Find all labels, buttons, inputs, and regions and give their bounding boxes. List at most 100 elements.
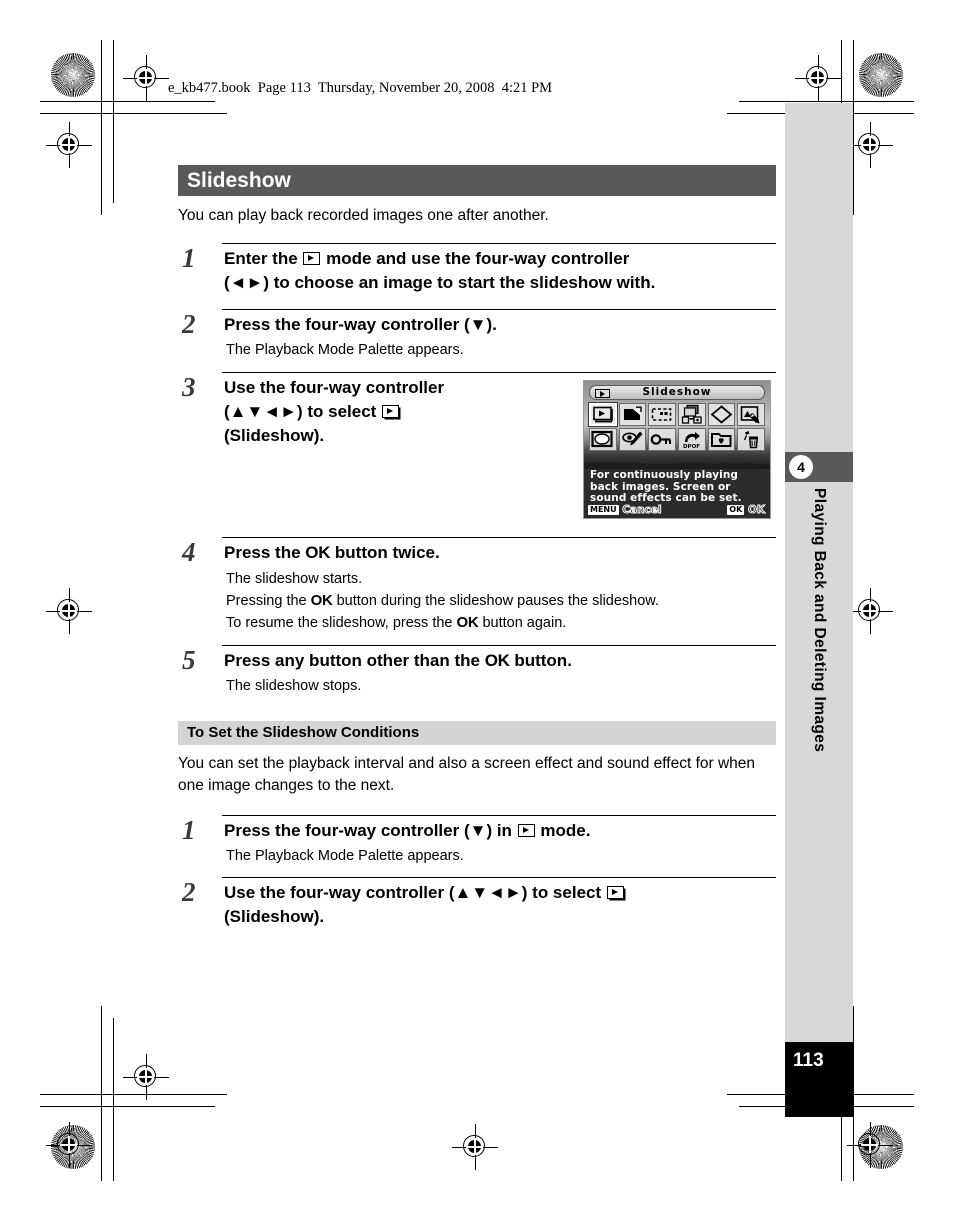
substep1-text-b: mode. bbox=[535, 821, 591, 840]
step-title: Press any button other than the OK butto… bbox=[224, 649, 572, 673]
step-divider bbox=[222, 537, 776, 538]
ok-button-glyph: OK bbox=[484, 651, 510, 670]
ok-button-glyph: OK bbox=[310, 592, 333, 609]
registration-target bbox=[123, 1054, 169, 1100]
page-number: 113 bbox=[793, 1050, 824, 1071]
step-title: Use the four-way controller (▲▼◄►) to se… bbox=[224, 376, 554, 448]
ok-button-glyph: OK bbox=[456, 614, 479, 631]
crop-mark-line bbox=[113, 1018, 114, 1181]
ok-button-tag: OK bbox=[727, 505, 745, 515]
registration-target bbox=[46, 588, 92, 634]
resize-icon[interactable] bbox=[648, 403, 676, 426]
image-copy-icon[interactable] bbox=[678, 403, 706, 426]
protect-key-icon[interactable] bbox=[648, 428, 677, 451]
crop-mark-line bbox=[101, 40, 102, 215]
step-title: Press the OK button twice. bbox=[224, 541, 440, 565]
step4-body-line2-b: button during the slideshow pauses the s… bbox=[332, 593, 660, 609]
playback-mode-icon bbox=[303, 252, 321, 265]
registration-target bbox=[847, 1122, 893, 1168]
step-number: 5 bbox=[182, 645, 196, 675]
step4-body-line3-a: To resume the slideshow, press the bbox=[226, 615, 457, 631]
step-body: The slideshow starts. Pressing the OK bu… bbox=[226, 569, 786, 634]
lcd-help-line-1: For continuously playing bbox=[590, 469, 739, 481]
crop-mark-line bbox=[739, 101, 914, 102]
step-title: Press the four-way controller (▼) in mod… bbox=[224, 819, 590, 843]
step-number: 2 bbox=[182, 309, 196, 339]
playback-mode-palette: DPOF bbox=[588, 402, 766, 453]
step-body: The Playback Mode Palette appears. bbox=[226, 848, 464, 864]
step-body: The slideshow stops. bbox=[226, 678, 362, 694]
palette-row-2: DPOF bbox=[589, 428, 766, 451]
step-divider bbox=[222, 243, 776, 244]
step-number: 2 bbox=[182, 877, 196, 907]
step-number: 1 bbox=[182, 243, 196, 273]
registration-target bbox=[847, 122, 893, 168]
step5-text-b: button. bbox=[509, 651, 572, 670]
step-title: Enter the mode and use the four-way cont… bbox=[224, 247, 780, 295]
registration-target bbox=[795, 55, 841, 101]
chapter-number-badge: 4 bbox=[789, 455, 813, 479]
step-divider bbox=[222, 372, 776, 373]
step-divider bbox=[222, 877, 776, 878]
image-rotation-icon[interactable] bbox=[618, 403, 647, 426]
lcd-title-label: Slideshow bbox=[642, 386, 712, 398]
digital-filter-icon[interactable] bbox=[707, 403, 736, 426]
step-title: Press the four-way controller (▼). bbox=[224, 315, 497, 334]
menu-button-tag: MENU bbox=[588, 505, 619, 515]
slideshow-icon bbox=[382, 405, 400, 418]
crop-mark-line bbox=[101, 1006, 102, 1181]
step-body: The Playback Mode Palette appears. bbox=[226, 342, 464, 358]
substep2-text-a: Use the four-way controller (▲▼◄►) to se… bbox=[224, 883, 606, 902]
lcd-footer-bar: MENU Cancel OK OK bbox=[584, 502, 770, 518]
section-title: Slideshow bbox=[178, 165, 776, 196]
substep1-text-a: Press the four-way controller (▼) in bbox=[224, 821, 517, 840]
registration-target bbox=[46, 122, 92, 168]
step4-text-b: button twice. bbox=[330, 543, 440, 562]
lcd-screenshot-figure: Slideshow DPOF For continuously playing … bbox=[583, 380, 771, 519]
registration-target bbox=[123, 55, 169, 101]
crop-mark-line bbox=[40, 113, 227, 114]
step1-text-b: mode and use the four-way controller bbox=[321, 249, 630, 268]
lcd-menu-cancel[interactable]: MENU Cancel bbox=[588, 504, 662, 517]
running-head: e_kb477.book Page 113 Thursday, November… bbox=[168, 80, 553, 96]
step4-body-line2: Pressing the OK button during the slides… bbox=[226, 590, 786, 612]
step-number: 3 bbox=[182, 372, 196, 402]
red-eye-oval-icon[interactable] bbox=[589, 428, 617, 451]
registration-target bbox=[847, 588, 893, 634]
step3-text-line3: (Slideshow). bbox=[224, 426, 325, 445]
red-eye-edit-icon[interactable] bbox=[618, 428, 647, 451]
palette-row-1 bbox=[588, 402, 765, 427]
ok-button-glyph: OK bbox=[305, 543, 331, 562]
step4-body-line3-b: button again. bbox=[478, 615, 567, 631]
registration-starburst bbox=[51, 53, 95, 97]
chapter-title-label: Playing Back and Deleting Images bbox=[811, 488, 828, 753]
slideshow-icon bbox=[606, 886, 624, 899]
step4-text-a: Press the bbox=[224, 543, 306, 562]
registration-target-center-bottom bbox=[452, 1124, 498, 1170]
lcd-ok-confirm[interactable]: OK OK bbox=[727, 504, 766, 517]
delete-trash-icon[interactable] bbox=[737, 428, 766, 451]
playback-mode-icon bbox=[517, 824, 535, 837]
step-number: 4 bbox=[182, 537, 196, 567]
step-title: Use the four-way controller (▲▼◄►) to se… bbox=[224, 881, 784, 929]
crop-mark-line bbox=[113, 40, 114, 203]
slideshow-icon[interactable] bbox=[588, 402, 618, 427]
dpof-icon[interactable]: DPOF bbox=[678, 428, 706, 451]
subsection-heading: To Set the Slideshow Conditions bbox=[178, 721, 776, 745]
frame-composite-icon[interactable] bbox=[737, 403, 765, 426]
svg-text:DPOF: DPOF bbox=[683, 444, 700, 450]
step4-body-line1: The slideshow starts. bbox=[226, 571, 363, 587]
ok-label: OK bbox=[747, 504, 765, 517]
step5-text-a: Press any button other than the bbox=[224, 651, 485, 670]
crop-mark-line bbox=[40, 101, 215, 102]
step4-body-line2-a: Pressing the bbox=[226, 593, 311, 609]
subsection-paragraph: You can set the playback interval and al… bbox=[178, 755, 756, 794]
step1-text-a: Enter the bbox=[224, 249, 303, 268]
crop-mark-line bbox=[40, 1106, 215, 1107]
favorites-folder-icon[interactable] bbox=[707, 428, 736, 451]
chapter-title-vertical: Playing Back and Deleting Images bbox=[785, 488, 853, 818]
registration-target bbox=[46, 1122, 92, 1168]
step3-text-line1: Use the four-way controller bbox=[224, 378, 445, 397]
section-intro-text: You can play back recorded images one af… bbox=[178, 207, 549, 224]
step-divider bbox=[222, 309, 776, 310]
